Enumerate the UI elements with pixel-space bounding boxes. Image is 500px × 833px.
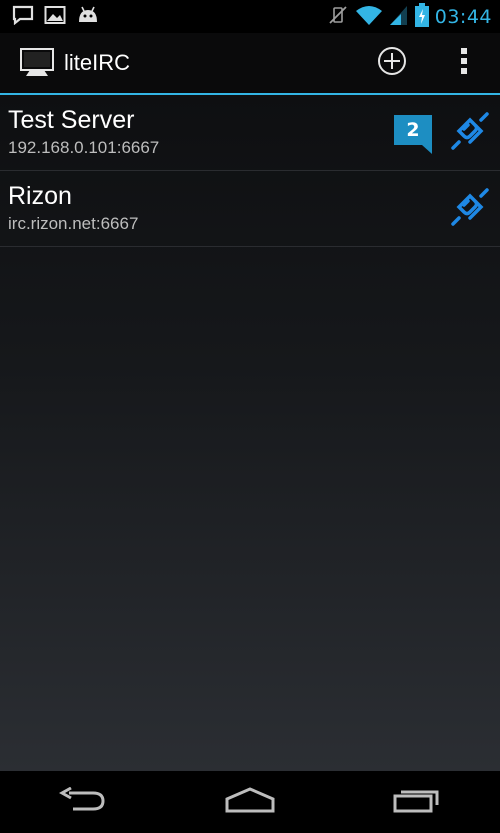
action-bar: liteIRC [0, 33, 500, 93]
home-icon [225, 787, 275, 817]
app-logo-icon[interactable] [20, 46, 54, 80]
plug-icon [450, 187, 490, 231]
action-bar-actions [356, 33, 500, 93]
battery-charging-icon [414, 2, 429, 31]
connect-toggle-button[interactable] [448, 111, 492, 155]
overflow-menu-button[interactable] [428, 33, 500, 93]
app-title: liteIRC [64, 50, 131, 75]
unread-badge-tail [422, 145, 432, 154]
chat-notification-icon [12, 5, 34, 29]
vibrate-off-icon [327, 4, 349, 30]
server-row-rizon[interactable]: Rizon irc.rizon.net:6667 [0, 171, 500, 247]
wifi-icon [355, 4, 383, 30]
connect-toggle-button[interactable] [448, 187, 492, 231]
android-notification-icon [76, 5, 100, 29]
plug-icon [450, 111, 490, 155]
server-list: Test Server 192.168.0.101:6667 2 Rizon i… [0, 95, 500, 771]
server-host: irc.rizon.net:6667 [8, 214, 139, 233]
overflow-menu-icon [459, 46, 469, 80]
recent-apps-icon [393, 787, 441, 817]
back-button[interactable] [28, 771, 138, 833]
image-notification-icon [44, 5, 66, 29]
server-name: Rizon [8, 182, 72, 210]
back-icon [59, 786, 107, 817]
cell-signal-icon [389, 4, 409, 30]
notification-icons [0, 5, 100, 29]
status-bar: 03:44 [0, 0, 500, 33]
status-clock: 03:44 [434, 5, 492, 28]
home-button[interactable] [195, 771, 305, 833]
add-icon [376, 45, 408, 81]
unread-badge[interactable]: 2 [394, 115, 432, 145]
recent-apps-button[interactable] [362, 771, 472, 833]
screen: 03:44 liteIRC Test Server 192.168.0.101:… [0, 0, 500, 833]
system-icons: 03:44 [327, 2, 500, 31]
add-server-button[interactable] [356, 33, 428, 93]
navigation-bar [0, 771, 500, 833]
server-text: Rizon irc.rizon.net:6667 [0, 181, 500, 236]
server-row-test-server[interactable]: Test Server 192.168.0.101:6667 2 [0, 95, 500, 171]
